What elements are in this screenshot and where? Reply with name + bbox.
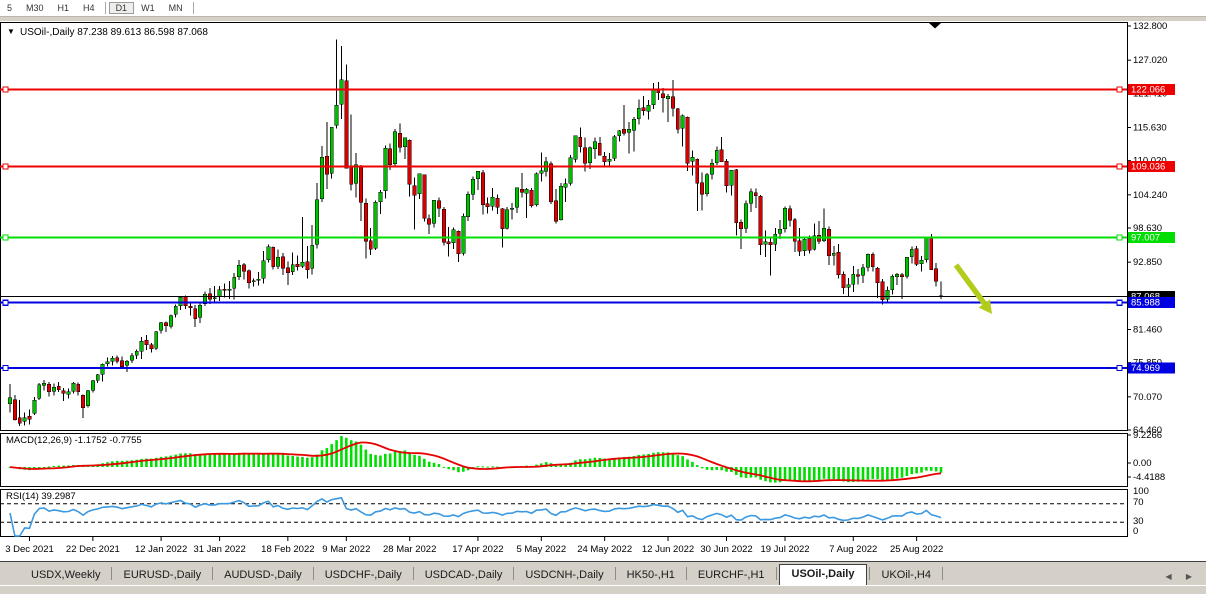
tab-usdcad-daily[interactable]: USDCAD-,Daily <box>416 566 512 586</box>
tab-scroll-arrows[interactable]: ◀ ▶ <box>1165 572 1198 581</box>
price-badge-85.988: 85.988 <box>1131 298 1160 309</box>
timeframe-toolbar: 5M30H1H4 D1W1MN <box>0 0 1206 17</box>
window-divider <box>0 17 1206 21</box>
date-tick: 25 Aug 2022 <box>890 544 943 555</box>
toolbar-separator <box>105 2 106 14</box>
price-tick: 127.020 <box>1133 55 1167 66</box>
tab-usdcnh-daily[interactable]: USDCNH-,Daily <box>516 566 612 586</box>
rsi-axis-tick: 70 <box>1133 497 1144 508</box>
down-trend-arrow-icon[interactable] <box>956 265 992 314</box>
tab-separator <box>413 567 414 580</box>
chart-shift-marker[interactable] <box>929 23 941 29</box>
chart-panels <box>1 23 1128 537</box>
date-tick: 30 Jun 2022 <box>700 544 752 555</box>
date-tick: 12 Jun 2022 <box>642 544 694 555</box>
tab-separator <box>111 567 112 580</box>
timeframe-button-d1[interactable]: D1 <box>109 2 135 14</box>
date-tick: 31 Jan 2022 <box>193 544 245 555</box>
price-tick: 115.630 <box>1133 123 1167 134</box>
rsi-label: RSI(14) 39.2987 <box>6 491 76 502</box>
price-badge-97.007: 97.007 <box>1131 233 1160 244</box>
timeframe-button-w1[interactable]: W1 <box>134 2 162 14</box>
date-axis: 3 Dec 2021 22 Dec 2021 12 Jan 2022 31 Jan 2… <box>5 537 943 555</box>
price-badge-122.066: 122.066 <box>1131 84 1165 95</box>
tab-separator <box>313 567 314 580</box>
tab-separator <box>942 567 943 580</box>
chart-title: USOil-,Daily 87.238 89.613 86.598 87.068 <box>20 27 208 38</box>
rsi-panel: 10070300 <box>0 486 1149 537</box>
date-tick: 3 Dec 2021 <box>5 544 54 555</box>
tab-audusd-daily[interactable]: AUDUSD-,Daily <box>215 566 311 586</box>
timeframe-button-m30[interactable]: M30 <box>19 2 51 14</box>
tab-separator <box>212 567 213 580</box>
toolbar-separator <box>193 2 194 14</box>
rsi-axis-tick: 0 <box>1133 526 1138 537</box>
tab-separator <box>686 567 687 580</box>
price-tick: 92.850 <box>1133 257 1162 268</box>
timeframe-button-h1[interactable]: H1 <box>51 2 77 14</box>
date-tick: 17 Apr 2022 <box>452 544 503 555</box>
horizontal-level-lines[interactable]: 122.066109.03697.00787.06885.98874.969 <box>0 84 1175 374</box>
timeframe-button-5[interactable]: 5 <box>0 2 19 14</box>
chart-annotations[interactable] <box>929 23 992 314</box>
date-tick: 24 May 2022 <box>577 544 632 555</box>
tab-separator <box>615 567 616 580</box>
tab-usoil-daily[interactable]: USOil-,Daily <box>779 564 868 586</box>
macd-axis-tick: 0.00 <box>1133 458 1152 469</box>
tab-usdchf-daily[interactable]: USDCHF-,Daily <box>316 566 411 586</box>
date-tick: 18 Feb 2022 <box>261 544 314 555</box>
tab-separator <box>776 567 777 580</box>
date-tick: 9 Mar 2022 <box>322 544 370 555</box>
timeframe-button-mn[interactable]: MN <box>162 2 190 14</box>
date-tick: 22 Dec 2021 <box>66 544 120 555</box>
tab-usdx-weekly[interactable]: USDX,Weekly <box>22 566 109 586</box>
date-tick: 28 Mar 2022 <box>383 544 436 555</box>
date-tick: 12 Jan 2022 <box>135 544 187 555</box>
date-tick: 7 Aug 2022 <box>829 544 877 555</box>
price-tick: 70.070 <box>1133 392 1162 403</box>
tab-separator <box>869 567 870 580</box>
price-tick: 81.460 <box>1133 325 1162 336</box>
tab-separator <box>513 567 514 580</box>
macd-panel: 9.2266 0.00 -4.4188 <box>9 430 1166 483</box>
tab-hk50-h1[interactable]: HK50-,H1 <box>618 566 684 586</box>
chart-tab-bar: USDX,WeeklyEURUSD-,DailyAUDUSD-,DailyUSD… <box>0 561 1206 586</box>
chart-dropdown-icon[interactable]: ▼ <box>7 27 15 36</box>
price-tick: 132.800 <box>1133 21 1167 32</box>
price-badge-109.036: 109.036 <box>1131 161 1165 172</box>
price-chart[interactable]: 132.800127.020121.410115.630110.020104.2… <box>0 0 1206 593</box>
tab-ukoil-h4[interactable]: UKOil-,H4 <box>872 566 940 586</box>
macd-axis-tick: 9.2266 <box>1133 430 1162 441</box>
macd-label: MACD(12,26,9) -1.1752 -0.7755 <box>6 435 142 446</box>
macd-axis-tick: -4.4188 <box>1133 472 1165 483</box>
rsi-axis-tick: 100 <box>1133 486 1149 497</box>
tab-eurusd-daily[interactable]: EURUSD-,Daily <box>114 566 210 586</box>
price-badge-74.969: 74.969 <box>1131 363 1160 374</box>
date-tick: 5 May 2022 <box>516 544 566 555</box>
date-tick: 19 Jul 2022 <box>760 544 809 555</box>
tab-eurchf-h1[interactable]: EURCHF-,H1 <box>689 566 774 586</box>
price-tick: 104.240 <box>1133 190 1167 201</box>
timeframe-button-h4[interactable]: H4 <box>76 2 102 14</box>
